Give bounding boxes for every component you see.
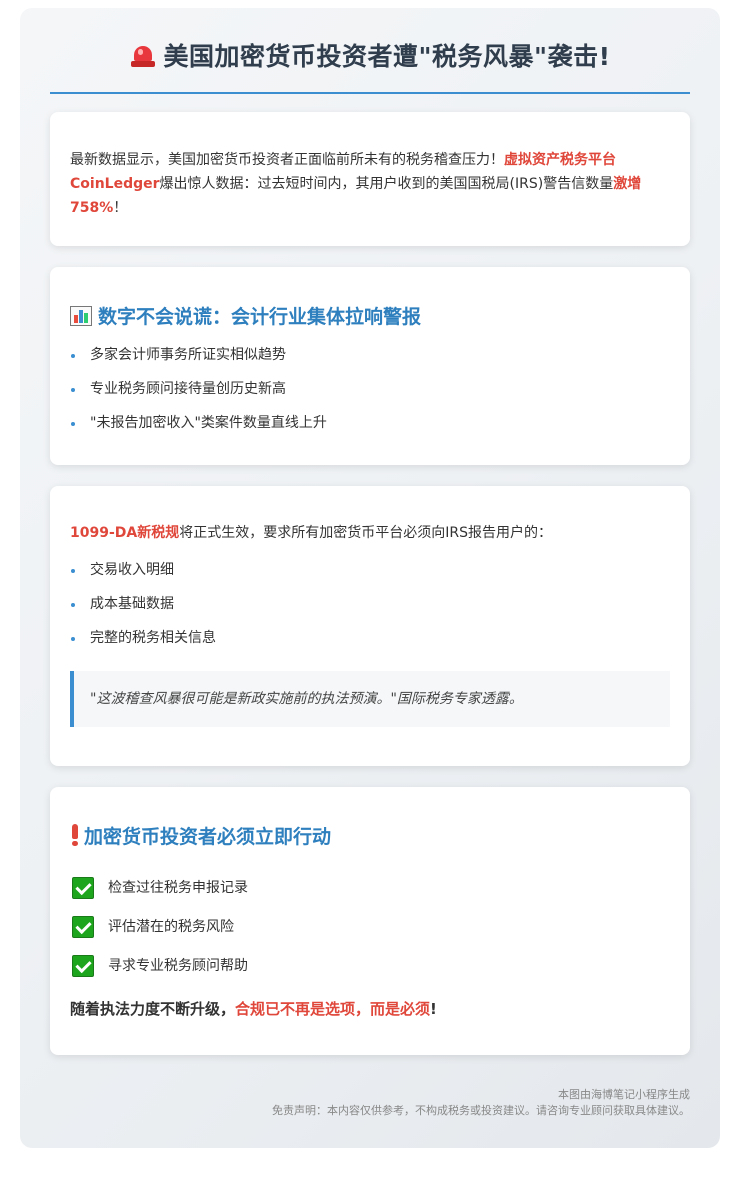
stats-card: 数字不会说谎：会计行业集体拉响警报 多家会计师事务所证实相似趋势 专业税务顾问接… xyxy=(50,267,690,465)
action-section-title: 加密货币投资者必须立即行动 xyxy=(70,823,331,851)
check-mark-icon xyxy=(72,916,94,938)
conclusion-suffix: ! xyxy=(430,1000,437,1018)
list-item: 完整的税务相关信息 xyxy=(70,628,670,662)
stats-section-title: 数字不会说谎：会计行业集体拉响警报 xyxy=(70,303,421,331)
intro-text-end: ！ xyxy=(113,200,128,216)
list-item: 成本基础数据 xyxy=(70,594,670,628)
page-title-row: 美国加密货币投资者遭"税务风暴"袭击! xyxy=(50,38,690,76)
checklist-item: 寻求专业税务顾问帮助 xyxy=(72,955,248,994)
expert-quote: "这波稽查风暴很可能是新政实施前的执法预演。"国际税务专家透露。 xyxy=(70,671,670,727)
action-checklist: 检查过往税务申报记录 评估潜在的税务风险 寻求专业税务顾问帮助 xyxy=(72,877,248,994)
intro-text-middle: 爆出惊人数据：过去短时间内，其用户收到的美国国税局(IRS)警告信数量 xyxy=(159,176,614,192)
intro-text-start: 最新数据显示，美国加密货币投资者正面临前所未有的税务稽查压力！ xyxy=(70,152,504,168)
rule-list: 交易收入明细 成本基础数据 完整的税务相关信息 xyxy=(70,560,670,662)
rule-text: 将正式生效，要求所有加密货币平台必须向IRS报告用户的： xyxy=(179,525,552,541)
list-item: "未报告加密收入"类案件数量直线上升 xyxy=(70,413,670,447)
stats-list: 多家会计师事务所证实相似趋势 专业税务顾问接待量创历史新高 "未报告加密收入"类… xyxy=(70,345,670,447)
intro-card: 最新数据显示，美国加密货币投资者正面临前所未有的税务稽查压力！虚拟资产税务平台C… xyxy=(50,112,690,246)
checklist-item: 评估潜在的税务风险 xyxy=(72,916,248,955)
bar-chart-icon xyxy=(70,306,92,326)
action-title-text: 加密货币投资者必须立即行动 xyxy=(84,826,332,848)
rule-card: 1099-DA新税规将正式生效，要求所有加密货币平台必须向IRS报告用户的： 交… xyxy=(50,486,690,766)
checklist-item-label: 评估潜在的税务风险 xyxy=(108,919,234,935)
siren-icon xyxy=(130,44,156,68)
check-mark-icon xyxy=(72,877,94,899)
exclamation-icon xyxy=(70,824,80,846)
page-title: 美国加密货币投资者遭"税务风暴"袭击! xyxy=(163,42,611,71)
intro-paragraph: 最新数据显示，美国加密货币投资者正面临前所未有的税务稽查压力！虚拟资产税务平台C… xyxy=(70,148,670,220)
check-mark-icon xyxy=(72,955,94,977)
conclusion-highlight: 合规已不再是选项，而是必须 xyxy=(235,1000,431,1018)
list-item: 交易收入明细 xyxy=(70,560,670,594)
page-footer: 本图由海博笔记小程序生成 免责声明：本内容仅供参考，不构成税务或投资建议。请咨询… xyxy=(272,1087,690,1119)
rule-name: 1099-DA新税规 xyxy=(70,525,180,541)
conclusion-prefix: 随着执法力度不断升级， xyxy=(70,1000,236,1018)
list-item: 专业税务顾问接待量创历史新高 xyxy=(70,379,670,413)
conclusion-text: 随着执法力度不断升级，合规已不再是选项，而是必须! xyxy=(70,998,437,1020)
checklist-item-label: 检查过往税务申报记录 xyxy=(108,880,248,896)
action-card: 加密货币投资者必须立即行动 检查过往税务申报记录 评估潜在的税务风险 寻求专业税… xyxy=(50,787,690,1055)
checklist-item-label: 寻求专业税务顾问帮助 xyxy=(108,958,248,974)
page-header: 美国加密货币投资者遭"税务风暴"袭击! xyxy=(50,38,690,94)
article-page: 美国加密货币投资者遭"税务风暴"袭击! 最新数据显示，美国加密货币投资者正面临前… xyxy=(20,8,720,1148)
rule-intro: 1099-DA新税规将正式生效，要求所有加密货币平台必须向IRS报告用户的： xyxy=(70,522,552,544)
list-item: 多家会计师事务所证实相似趋势 xyxy=(70,345,670,379)
footer-generator-note: 本图由海博笔记小程序生成 xyxy=(558,1088,690,1101)
footer-disclaimer: 免责声明：本内容仅供参考，不构成税务或投资建议。请咨询专业顾问获取具体建议。 xyxy=(272,1104,690,1117)
checklist-item: 检查过往税务申报记录 xyxy=(72,877,248,916)
stats-title-text: 数字不会说谎：会计行业集体拉响警报 xyxy=(98,306,422,328)
